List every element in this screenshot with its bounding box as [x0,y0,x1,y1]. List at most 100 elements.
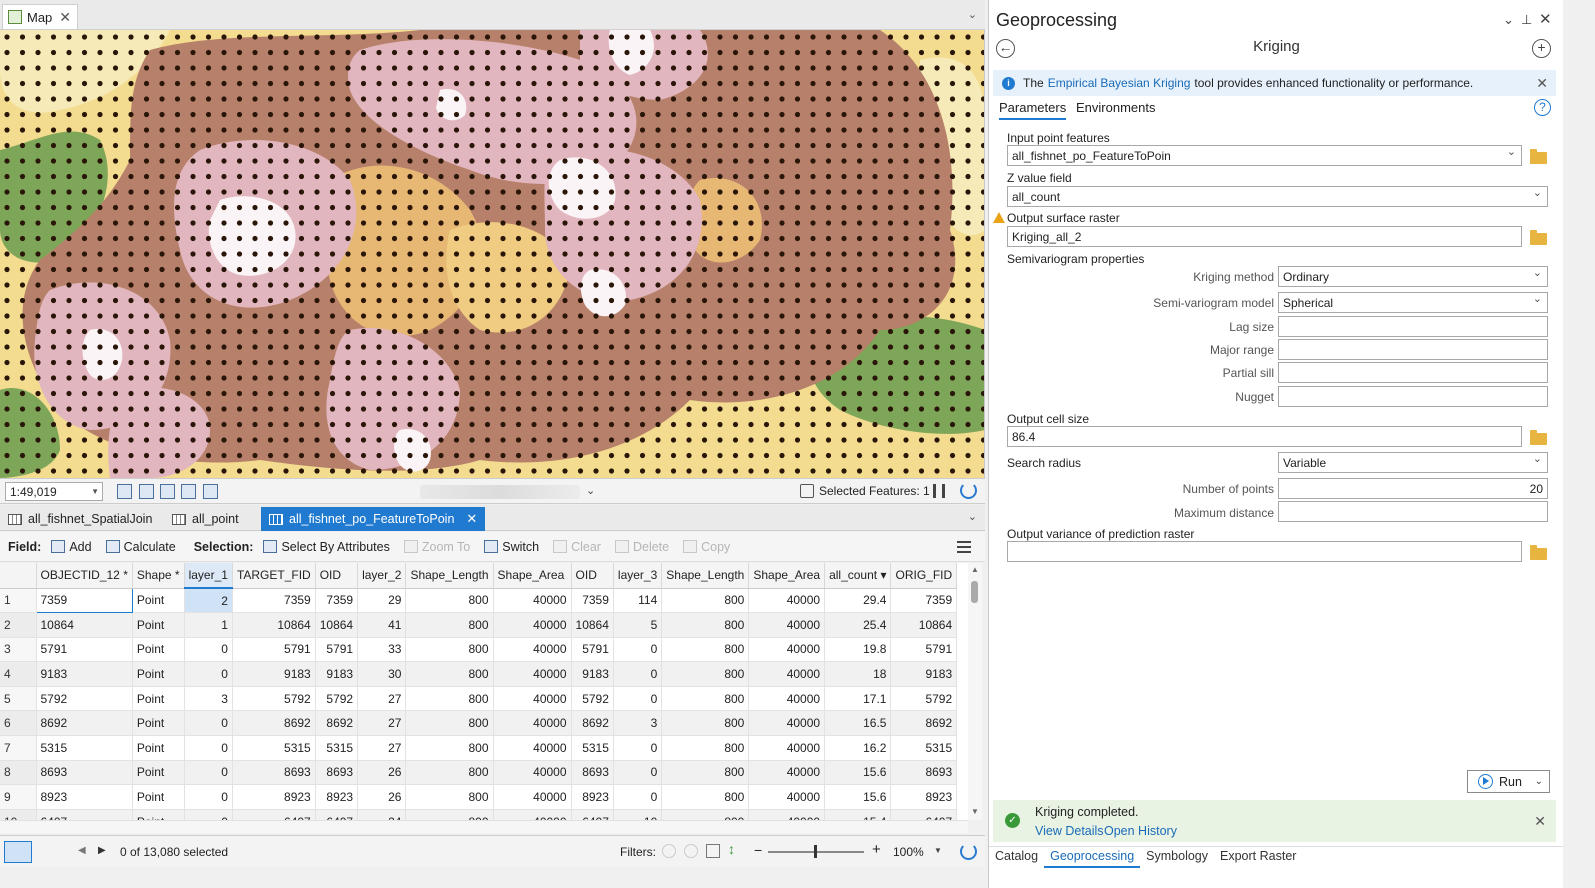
zoom-level[interactable]: 100% [893,845,924,859]
table-cell[interactable]: 800 [405,637,494,663]
table-cell[interactable]: Point [132,784,185,810]
copy-button[interactable]: Copy [679,540,734,554]
table-cell[interactable]: 2 [184,588,233,614]
filter-extent-icon[interactable] [662,844,676,858]
table-cell[interactable]: 7359 [890,588,958,614]
table-cell[interactable]: 0 [184,637,233,663]
vertical-scrollbar[interactable]: ▲ ▼ [968,563,982,820]
zoom-slider-knob[interactable] [814,845,817,858]
chevron-down-icon[interactable]: ⌄ [1503,12,1514,28]
folder-icon[interactable] [1530,430,1547,445]
table-cell[interactable]: 7359 [35,587,133,614]
table-cell[interactable]: 0 [613,735,663,761]
row-number[interactable]: 1 [0,588,37,614]
table-cell[interactable]: 15.6 [824,760,892,786]
menu-icon[interactable] [957,541,971,553]
table-cell[interactable]: 8923 [315,784,359,810]
tab-geoprocessing[interactable]: Geoprocessing [1044,847,1141,868]
table-cell[interactable]: 800 [405,784,494,810]
table-cell[interactable]: 5792 [36,686,133,712]
switch-button[interactable]: Switch [480,540,543,554]
table-cell[interactable]: 5791 [890,637,958,663]
table-cell[interactable]: 40000 [493,637,572,663]
tab-environments[interactable]: Environments [1076,100,1155,118]
table-cell[interactable]: 5315 [571,735,614,761]
table-cell[interactable]: 10864 [315,612,359,638]
table-cell[interactable]: 6407 [232,809,316,820]
row-number[interactable]: 8 [0,760,37,786]
table-cell[interactable]: 0 [184,735,233,761]
table-cell[interactable]: 0 [613,784,663,810]
table-cell[interactable]: 800 [405,710,494,737]
crosshair-icon[interactable] [181,484,196,499]
table-cell[interactable]: 16.2 [824,735,892,761]
sort-icon[interactable]: ↕ [728,841,735,857]
table-cell[interactable]: 0 [184,661,233,687]
add-icon[interactable]: + [1532,39,1551,58]
search-radius-select[interactable]: Variable [1278,452,1548,473]
table-cell[interactable]: 800 [661,588,750,614]
table-cell[interactable]: 30 [357,661,407,687]
table-cell[interactable]: 29 [357,588,407,614]
all-records-view-icon[interactable] [4,841,32,863]
table-cell[interactable]: 800 [661,710,750,737]
table-cell[interactable]: 800 [661,637,750,663]
table-cell[interactable]: 7359 [315,588,359,614]
table-cell[interactable]: 26 [357,760,407,786]
add-field-button[interactable]: Add [47,540,95,554]
table-cell[interactable]: 5791 [315,637,359,663]
table-cell[interactable]: 0 [613,637,663,663]
empirical-bayesian-kriging-link[interactable]: Empirical Bayesian Kriging [1048,76,1191,90]
column-header[interactable]: Shape_Length [661,563,750,589]
table-cell[interactable]: 15.4 [824,809,892,820]
folder-icon[interactable] [1530,149,1547,164]
table-cell[interactable]: 3 [613,710,663,737]
table-cell[interactable]: 114 [613,588,663,614]
table-cell[interactable]: 5315 [890,735,958,761]
zoom-out-icon[interactable]: − [754,842,762,858]
table-cell[interactable]: 40000 [748,686,826,712]
table-cell[interactable]: Point [132,735,185,761]
table-cell[interactable]: 9183 [571,661,614,687]
table-row[interactable]: 1 7359 Point 2 7359 7359 29 800 40000 7359 114 800 4… [0,587,958,614]
table-cell[interactable]: 10864 [890,612,958,638]
table-cell[interactable]: 800 [661,686,750,712]
table-cell[interactable]: 7359 [571,588,614,614]
table-cell[interactable]: 40000 [493,760,572,786]
table-row[interactable]: 6 8692 Point 0 8692 8692 27 800 40000 8692 3 800 400… [0,710,958,737]
table-cell[interactable]: 29.4 [824,588,892,614]
view-details-link[interactable]: View Details [1035,824,1104,838]
table-cell[interactable]: 8923 [36,784,133,810]
pin-icon[interactable]: ⊥ [1521,12,1532,28]
selected-records-view-icon[interactable] [38,841,66,863]
table-cell[interactable]: 40000 [748,710,826,737]
column-header[interactable]: OID [571,563,614,589]
close-icon[interactable]: ✕ [466,511,477,527]
table-cell[interactable]: 8693 [315,760,359,786]
tab-all-point[interactable]: all_point [164,507,247,531]
table-cell[interactable]: 10864 [232,612,316,638]
close-icon[interactable]: ✕ [1539,10,1552,28]
table-cell[interactable]: 0 [613,661,663,687]
table-row[interactable]: 5 5792 Point 3 5792 5792 27 800 40000 5792 0 800 400… [0,686,958,712]
lag-size-input[interactable] [1278,316,1548,337]
table-cell[interactable]: 800 [661,809,750,820]
chevron-down-icon[interactable]: ⌄ [968,8,977,21]
column-header[interactable]: Shape_Length [405,563,494,589]
table-cell[interactable]: 800 [661,784,750,810]
z-value-field-select[interactable]: all_count [1007,186,1548,207]
table-cell[interactable]: 15.6 [824,784,892,810]
table-cell[interactable]: 16.5 [824,710,892,737]
table-cell[interactable]: 0 [184,784,233,810]
table-cell[interactable]: Point [132,612,185,638]
column-header[interactable]: layer_2 [357,563,407,589]
column-header[interactable]: Shape * [132,563,185,589]
open-history-link[interactable]: Open History [1104,824,1177,838]
table-cell[interactable]: 0 [184,710,233,737]
chevron-down-icon[interactable]: ▼ [971,807,979,816]
pause-icon[interactable] [933,484,945,498]
table-row[interactable]: 3 5791 Point 0 5791 5791 33 800 40000 5791 0 800 400… [0,637,958,663]
selected-features[interactable]: Selected Features: 1 [800,484,930,498]
table-cell[interactable]: 40000 [493,784,572,810]
select-by-attributes-button[interactable]: Select By Attributes [259,540,393,554]
